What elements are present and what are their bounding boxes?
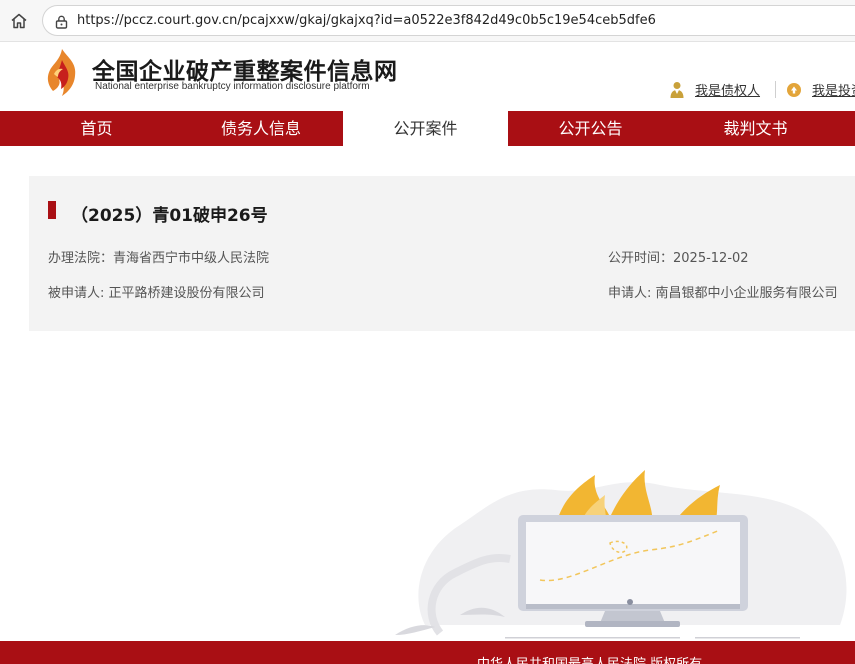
nav-item-public-cases[interactable]: 公开案件: [343, 111, 508, 146]
main-nav: 首页 债务人信息 公开案件 公开公告 裁判文书: [0, 111, 855, 146]
respondent: 被申请人: 正平路桥建设股份有限公司: [48, 286, 265, 301]
nav-item-judgments[interactable]: 裁判文书: [673, 111, 838, 146]
investor-link-label: 我是投资人: [812, 84, 855, 99]
creditor-link-label: 我是债权人: [695, 84, 761, 99]
nav-item-home[interactable]: 首页: [0, 111, 193, 146]
url-input[interactable]: https://pccz.court.gov.cn/pcajxxw/gkaj/g…: [42, 5, 855, 36]
case-card: （2025）青01破申26号 办理法院：青海省西宁市中级人民法院 公开时间：20…: [29, 176, 855, 331]
nav-item-announcements[interactable]: 公开公告: [508, 111, 673, 146]
nav-item-debtor-info[interactable]: 债务人信息: [176, 111, 346, 146]
case-number: （2025）青01破申26号: [71, 206, 268, 226]
lock-icon: [55, 14, 68, 29]
site-subtitle: National enterprise bankruptcy informati…: [95, 81, 370, 92]
handling-court: 办理法院：青海省西宁市中级人民法院: [48, 251, 270, 266]
empty-state-illustration: [380, 455, 855, 645]
creditor-link[interactable]: 我是债权人: [668, 80, 760, 99]
investor-icon: [785, 81, 803, 99]
flame-logo[interactable]: [44, 48, 80, 98]
footer-copyright: 中华人民共和国最高人民法院 版权所有: [477, 653, 702, 664]
creditor-icon: [668, 81, 686, 99]
publish-date: 公开时间：2025-12-02: [608, 251, 749, 266]
applicant: 申请人: 南昌银都中小企业服务有限公司: [608, 286, 838, 301]
url-text: https://pccz.court.gov.cn/pcajxxw/gkaj/g…: [77, 13, 656, 28]
investor-link[interactable]: 我是投资人: [785, 80, 855, 99]
home-icon[interactable]: [8, 10, 30, 32]
footer: 中华人民共和国最高人民法院 版权所有: [0, 641, 855, 664]
title-marker: [48, 201, 56, 219]
browser-address-bar: https://pccz.court.gov.cn/pcajxxw/gkaj/g…: [0, 0, 855, 42]
divider: [775, 81, 776, 98]
